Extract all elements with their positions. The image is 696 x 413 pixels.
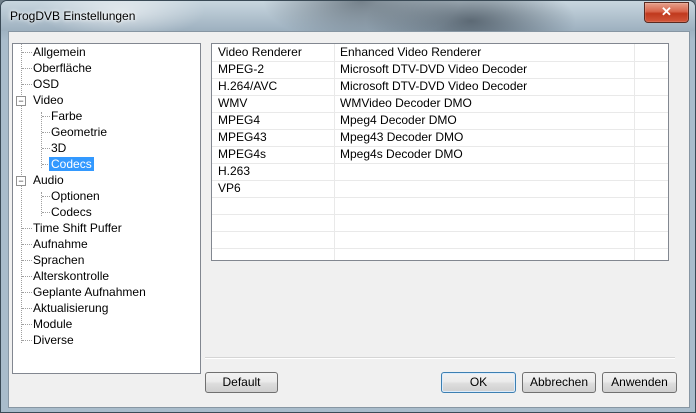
codec-decoder[interactable]: Enhanced Video Renderer [340,44,630,61]
tree-item-3d[interactable]: 3D [49,140,68,156]
codec-decoder[interactable]: Microsoft DTV-DVD Video Decoder [340,61,630,78]
tree-item-geometrie[interactable]: Geometrie [49,124,109,140]
tree-branch-line-video [41,112,42,168]
codec-decoder[interactable]: Mpeg4 Decoder DMO [340,112,630,129]
codec-list[interactable]: Video Renderer Enhanced Video Renderer M… [211,43,669,261]
button-separator [205,357,675,359]
tree-item-optionen[interactable]: Optionen [49,188,102,204]
tree-item-aufnahme[interactable]: Aufnahme [31,236,90,252]
cancel-button[interactable]: Abbrechen [522,372,596,393]
collapse-video-icon[interactable]: − [16,96,26,106]
codec-row-empty [212,197,668,215]
tree-trunk-line [21,44,22,343]
codec-row[interactable]: MPEG43 Mpeg43 Decoder DMO [212,129,668,147]
tree-item-diverse[interactable]: Diverse [31,332,76,348]
tree-item-time-shift-puffer[interactable]: Time Shift Puffer [31,220,124,236]
codec-row[interactable]: H.263 [212,163,668,181]
codec-format: H.264/AVC [218,79,278,93]
codec-format: MPEG4s [218,147,267,161]
codec-decoder[interactable]: Mpeg4s Decoder DMO [340,146,630,163]
codec-row[interactable]: VP6 [212,180,668,198]
tree-item-video[interactable]: Video [31,92,65,108]
dialog-client-area: − − Allgemein Oberfläche OSD Video Farbe… [8,31,690,408]
close-button[interactable]: ✕ [644,2,689,23]
codec-row[interactable]: Video Renderer Enhanced Video Renderer [212,44,668,62]
codec-decoder[interactable]: Microsoft DTV-DVD Video Decoder [340,78,630,95]
tree-item-aktualisierung[interactable]: Aktualisierung [31,300,110,316]
codec-format: MPEG43 [218,130,267,144]
tree-item-oberflaeche[interactable]: Oberfläche [31,60,94,76]
tree-item-video-codecs[interactable]: Codecs [49,156,94,172]
codec-row[interactable]: WMV WMVideo Decoder DMO [212,95,668,113]
codec-row[interactable]: MPEG4 Mpeg4 Decoder DMO [212,112,668,130]
tree-item-sprachen[interactable]: Sprachen [31,252,86,268]
tree-item-audio-codecs[interactable]: Codecs [49,204,94,220]
codec-format: VP6 [218,181,241,195]
codec-format: H.263 [218,164,251,178]
codec-format: MPEG-2 [218,62,265,76]
ok-button[interactable]: OK [441,372,516,393]
tree-item-audio[interactable]: Audio [31,172,66,188]
settings-tree[interactable]: − − Allgemein Oberfläche OSD Video Farbe… [12,43,201,374]
tree-item-allgemein[interactable]: Allgemein [31,44,88,60]
codec-format: MPEG4 [218,113,261,127]
tree-item-farbe[interactable]: Farbe [49,108,84,124]
codec-row[interactable]: MPEG-2 Microsoft DTV-DVD Video Decoder [212,61,668,79]
title-bar[interactable]: ProgDVB Einstellungen ✕ [1,1,695,31]
settings-dialog: ProgDVB Einstellungen ✕ − − Allgemein Ob… [0,0,696,413]
close-icon: ✕ [661,4,672,19]
collapse-audio-icon[interactable]: − [16,176,26,186]
codec-row[interactable]: MPEG4s Mpeg4s Decoder DMO [212,146,668,164]
apply-button[interactable]: Anwenden [602,372,677,393]
codec-decoder[interactable]: Mpeg43 Decoder DMO [340,129,630,146]
codec-format: WMV [218,96,248,110]
codec-row[interactable]: H.264/AVC Microsoft DTV-DVD Video Decode… [212,78,668,96]
codec-row-empty [212,231,668,249]
codec-decoder[interactable] [340,163,630,180]
tree-item-osd[interactable]: OSD [31,76,61,92]
tree-item-alterskontrolle[interactable]: Alterskontrolle [31,268,111,284]
codec-format: Video Renderer [218,45,302,59]
default-button[interactable]: Default [205,372,278,393]
tree-item-module[interactable]: Module [31,316,74,332]
codec-decoder[interactable]: WMVideo Decoder DMO [340,95,630,112]
codec-row-empty [212,214,668,232]
tree-item-geplante-aufnahmen[interactable]: Geplante Aufnahmen [31,284,148,300]
codec-decoder[interactable] [340,180,630,197]
window-title: ProgDVB Einstellungen [10,9,136,23]
